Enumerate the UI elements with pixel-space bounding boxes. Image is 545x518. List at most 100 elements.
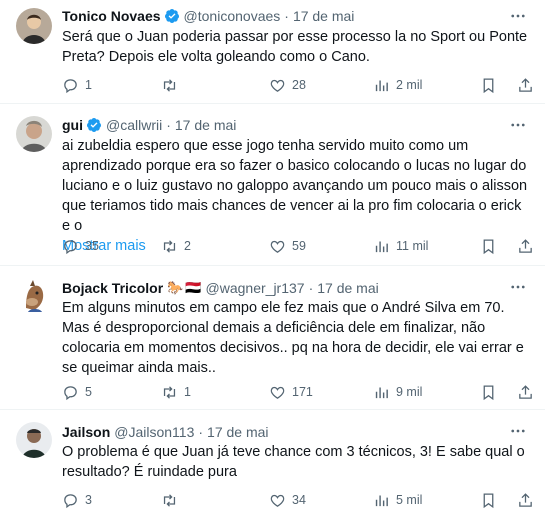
like-icon [270,240,285,253]
avatar[interactable] [16,278,52,314]
views-button[interactable]: 9 mil [373,384,422,401]
tweet[interactable]: Bojack Tricolor 🐎 🇾🇪 @wagner_jr137 · 17 … [0,266,545,410]
reply-count: 35 [85,239,99,253]
like-button[interactable]: 171 [269,384,313,401]
retweet-icon [163,493,176,507]
views-count: 11 mil [396,239,429,253]
views-icon [375,241,388,252]
reply-icon [64,493,77,508]
tweet[interactable]: Tonico Novaes @toniconovaes · 17 de mai … [0,0,545,104]
like-count: 171 [292,385,313,399]
tweet[interactable]: Jailson @Jailson113 · 17 de mai O proble… [0,410,545,518]
share-icon [519,238,532,253]
separator-dot: · [198,424,204,440]
reply-icon [64,385,77,400]
reply-button[interactable]: 1 [62,77,92,94]
author-handle[interactable]: @wagner_jr137 [206,280,305,296]
bookmark-button[interactable] [480,77,497,94]
reply-count: 5 [85,385,92,399]
views-icon [375,387,388,398]
more-icon[interactable] [509,422,527,440]
share-icon [519,77,532,92]
like-button[interactable]: 59 [269,238,306,255]
share-icon [519,384,532,399]
author-handle[interactable]: @toniconovaes [184,8,281,24]
tweet-date[interactable]: 17 de mai [175,117,236,133]
like-count: 59 [292,239,306,253]
author-handle[interactable]: @callwrii [106,117,162,133]
author-name[interactable]: Tonico Novaes [62,8,161,24]
tweet[interactable]: gui @callwrii · 17 de mai ai zubeldia es… [0,104,545,266]
tweet-actions: 1 28 2 mil [56,74,532,96]
author-handle[interactable]: @Jailson113 [114,424,194,440]
like-count: 34 [292,493,306,507]
tweet-text: Será que o Juan poderia passar por esse … [62,29,528,65]
retweet-count: 2 [184,239,191,253]
views-button[interactable]: 5 mil [373,492,422,509]
reply-button[interactable]: 35 [62,238,99,255]
verified-icon [86,118,101,132]
views-button[interactable]: 11 mil [373,238,428,255]
tweet-header: Jailson @Jailson113 · 17 de mai [62,422,269,442]
flag-emoji: 🇾🇪 [185,280,202,295]
share-button[interactable] [517,384,534,401]
verified-icon [164,9,179,23]
more-icon[interactable] [509,116,527,134]
avatar[interactable] [16,116,52,152]
reply-icon [64,239,77,254]
like-icon [270,386,285,399]
horse-emoji: 🐎 [167,280,184,295]
tweet-text: O problema é que Juan já teve chance com… [62,444,525,480]
separator-dot: · [308,280,314,296]
tweet-text: Em alguns minutos em campo ele fez mais … [62,300,524,376]
reply-button[interactable]: 3 [62,492,92,509]
share-button[interactable] [517,238,534,255]
author-name[interactable]: gui [62,117,83,133]
like-button[interactable]: 34 [269,492,306,509]
retweet-button[interactable] [161,492,184,509]
bookmark-icon [483,384,494,400]
retweet-button[interactable] [161,77,184,94]
reply-count: 3 [85,493,92,507]
bookmark-icon [483,238,494,254]
bookmark-button[interactable] [480,384,497,401]
more-icon[interactable] [509,7,527,25]
flag-emojis: 🐎 🇾🇪 [167,280,201,296]
reply-count: 1 [85,78,92,92]
retweet-button[interactable]: 2 [161,238,191,255]
views-count: 5 mil [396,493,423,507]
retweet-button[interactable]: 1 [161,384,191,401]
bookmark-button[interactable] [480,238,497,255]
like-icon [270,79,285,92]
reply-button[interactable]: 5 [62,384,92,401]
separator-dot: · [284,8,289,24]
tweet-date[interactable]: 17 de mai [293,8,354,24]
author-name[interactable]: Jailson [62,424,110,440]
tweet-date[interactable]: 17 de mai [317,280,378,296]
like-icon [270,494,285,507]
tweet-header: Bojack Tricolor 🐎 🇾🇪 @wagner_jr137 · 17 … [62,278,379,298]
retweet-count: 1 [184,385,191,399]
reply-icon [64,78,77,93]
tweet-header: gui @callwrii · 17 de mai [62,115,236,135]
more-icon[interactable] [509,278,527,296]
avatar[interactable] [16,422,52,458]
like-button[interactable]: 28 [269,77,306,94]
views-icon [375,495,388,506]
bookmark-icon [483,77,494,93]
bookmark-button[interactable] [480,492,497,509]
tweet-header: Tonico Novaes @toniconovaes · 17 de mai [62,6,354,26]
views-icon [375,80,388,91]
bookmark-icon [483,492,494,508]
tweet-actions: 5 1 171 9 mil [56,381,532,403]
retweet-icon [163,78,176,92]
avatar[interactable] [16,8,52,44]
share-button[interactable] [517,77,534,94]
share-button[interactable] [517,492,534,509]
views-count: 9 mil [396,385,423,399]
tweet-date[interactable]: 17 de mai [207,424,268,440]
views-button[interactable]: 2 mil [373,77,422,94]
tweet-text-content: ai zubeldia espero que esse jogo tenha s… [62,138,528,234]
retweet-icon [163,385,176,399]
author-name[interactable]: Bojack Tricolor [62,280,163,296]
